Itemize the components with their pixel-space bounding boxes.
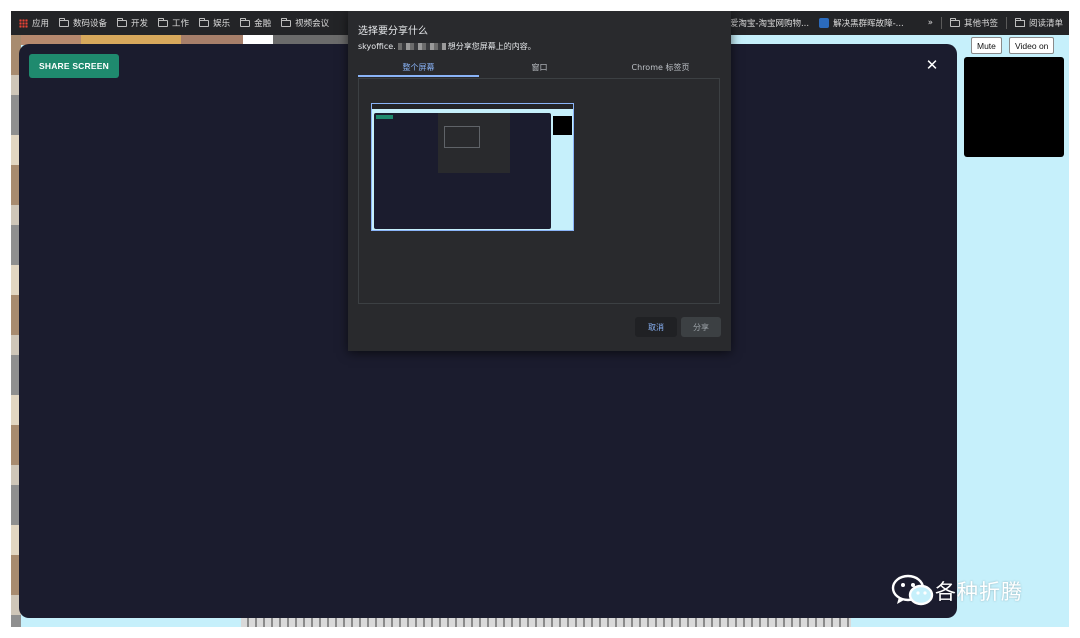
screen-thumbnail[interactable]	[371, 103, 574, 231]
bookmark-label: 爱淘宝-淘宝网购物...	[729, 19, 810, 29]
bookmark-label: 应用	[32, 19, 50, 29]
tab-chrome-tab[interactable]: Chrome 标签页	[600, 61, 721, 77]
thumbnail-share-button	[376, 115, 393, 119]
tab-entire-screen[interactable]: 整个屏幕	[358, 61, 479, 77]
bookmark-label: 其他书签	[963, 19, 998, 29]
thumbnail-dialog-content	[444, 126, 480, 148]
thumbnail-dialog	[438, 113, 510, 173]
source-tabs: 整个屏幕 窗口 Chrome 标签页	[358, 61, 721, 77]
subtitle-text: 想分享您屏幕上的内容。	[447, 42, 536, 51]
cancel-button[interactable]: 取消	[635, 317, 677, 337]
divider	[1005, 17, 1007, 29]
thumbnail-panel	[374, 113, 551, 229]
site-icon	[819, 18, 830, 28]
bookmark-label: 阅读清单	[1028, 19, 1063, 29]
thumbnail-video-box	[553, 116, 572, 135]
screen-share-picker-dialog: 选择要分享什么 skyoffice. 想分享您屏幕上的内容。 整个屏幕 窗口 C…	[348, 11, 731, 351]
bookmark-label: 数码设备	[73, 19, 108, 29]
folder-icon	[199, 17, 210, 27]
site-name: skyoffice.	[358, 42, 396, 51]
video-on-button[interactable]: Video on	[1009, 37, 1055, 54]
redacted-text	[397, 43, 446, 50]
bookmark-folder-dev[interactable]: 开发	[117, 17, 148, 29]
chevron-double-right-icon: »	[927, 18, 933, 28]
folder-icon	[240, 17, 251, 27]
bookmark-label: 开发	[131, 19, 149, 29]
thumbnail-bookmarks-bar	[372, 104, 573, 109]
folder-icon	[117, 17, 128, 27]
bookmark-other[interactable]: 其他书签	[949, 17, 998, 29]
mute-button[interactable]: Mute	[971, 37, 1002, 54]
bookmark-label: 娱乐	[213, 19, 231, 29]
bookmark-blog[interactable]: 解决黑群晖故障-...	[819, 17, 904, 29]
folder-icon	[59, 17, 70, 27]
divider	[940, 17, 942, 29]
bookmark-label: 解决黑群晖故障-...	[833, 19, 904, 29]
dialog-subtitle: skyoffice. 想分享您屏幕上的内容。	[358, 41, 536, 52]
screen-frame: 应用 数码设备 开发 工作 娱乐 金融 视频会议 淘 爱	[11, 11, 1069, 627]
tab-window[interactable]: 窗口	[479, 61, 600, 77]
bookmark-folder-video-meeting[interactable]: 视频会议	[281, 17, 329, 29]
bookmark-folder-finance[interactable]: 金融	[240, 17, 271, 29]
bookmark-folder-work[interactable]: 工作	[158, 17, 189, 29]
folder-icon	[158, 17, 169, 27]
folder-icon	[281, 17, 292, 27]
video-preview	[964, 57, 1064, 157]
close-icon[interactable]: ✕	[925, 58, 939, 73]
share-screen-button[interactable]: SHARE SCREEN	[29, 54, 119, 78]
bookmark-folder-entertainment[interactable]: 娱乐	[199, 17, 230, 29]
share-button[interactable]: 分享	[681, 317, 721, 337]
dialog-title: 选择要分享什么	[358, 26, 428, 37]
bookmark-label: 金融	[254, 19, 272, 29]
reading-list-icon	[1014, 17, 1025, 27]
bookmark-reading-list[interactable]: 阅读清单	[1014, 17, 1063, 29]
bookmark-label: 工作	[172, 19, 190, 29]
folder-icon	[949, 17, 960, 27]
source-list	[358, 78, 720, 304]
wechat-watermark: 各种折腾	[891, 574, 1023, 608]
wechat-icon	[891, 574, 934, 606]
bookmark-apps[interactable]: 应用	[19, 17, 49, 29]
bookmark-overflow[interactable]: »	[928, 18, 933, 28]
bookmark-label: 视频会议	[295, 19, 330, 29]
bookmark-folder-devices[interactable]: 数码设备	[59, 17, 107, 29]
bookmarks-right: 淘 爱淘宝-淘宝网购物... 解决黑群晖故障-... » 其他书签 阅读清单	[708, 11, 1063, 35]
watermark-text: 各种折腾	[935, 580, 1023, 604]
apps-grid-icon	[19, 18, 28, 28]
